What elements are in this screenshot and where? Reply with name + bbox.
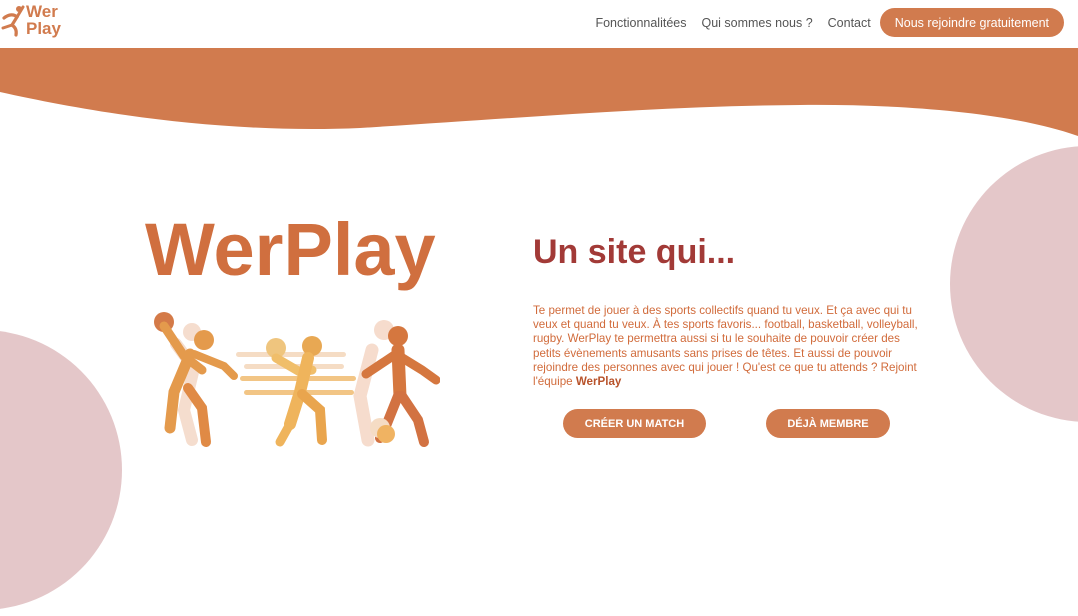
intro-body-brand: WerPlay (575, 375, 622, 389)
team-sports-players-icon (154, 312, 440, 447)
right-blob (950, 146, 1078, 422)
basketball-player-figure (154, 312, 238, 447)
nav-link-about[interactable]: Qui sommes nous ? (701, 16, 812, 30)
intro-heading: Un site qui... (533, 233, 736, 271)
hero-title: WerPlay (145, 208, 436, 291)
volleyball-player-figure (236, 336, 356, 447)
top-navbar: Wer Play Fonctionnalitées Qui sommes nou… (0, 0, 1078, 48)
left-blob (0, 331, 122, 609)
nav-link-features[interactable]: Fonctionnalitées (595, 16, 686, 30)
logo-line-1: Wer (26, 2, 58, 21)
runner-logo-icon (1, 5, 25, 37)
football-player-figure (353, 320, 440, 447)
join-free-button[interactable]: Nous rejoindre gratuitement (879, 8, 1064, 37)
create-match-button[interactable]: CRÉER UN MATCH (563, 409, 706, 438)
top-wave-band (0, 48, 1078, 136)
logo-wordmark: Wer Play (26, 3, 61, 37)
site-logo[interactable]: Wer Play (0, 1, 70, 41)
already-member-button[interactable]: DÉJÀ MEMBRE (766, 409, 890, 438)
logo-line-2: Play (26, 19, 61, 38)
intro-paragraph: Te permet de jouer à des sports collecti… (533, 304, 925, 389)
nav-link-contact[interactable]: Contact (828, 16, 871, 30)
main-nav: Fonctionnalitées Qui sommes nous ? Conta… (595, 8, 1064, 37)
